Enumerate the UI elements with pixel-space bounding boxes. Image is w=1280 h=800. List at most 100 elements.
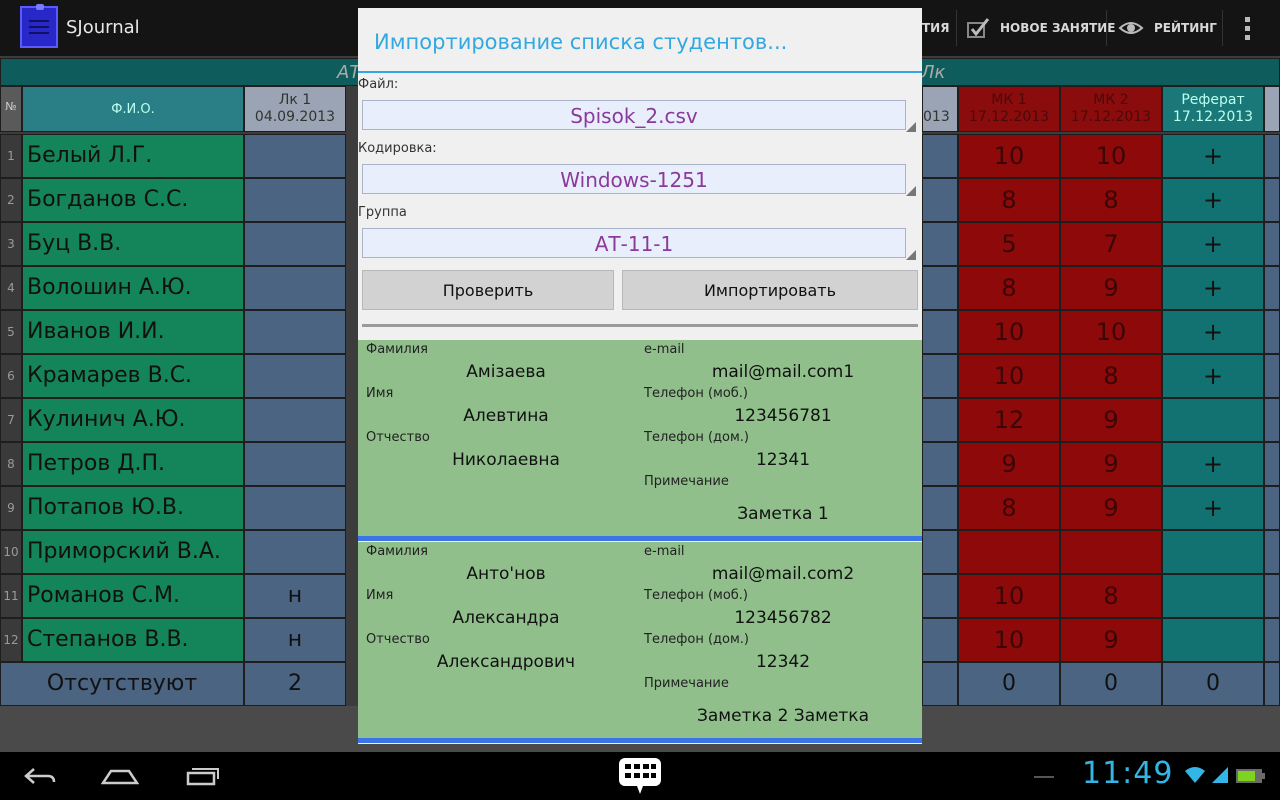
ref-mark[interactable]: + [1162,222,1264,266]
keyboard-button[interactable] [616,752,664,800]
student-name[interactable]: Крамарев В.С. [22,354,244,398]
partial-mark[interactable] [922,574,958,618]
partial-mark[interactable] [922,398,958,442]
lk1-mark[interactable]: н [244,618,346,662]
ref-mark[interactable]: + [1162,486,1264,530]
mk1-mark[interactable]: 10 [958,354,1060,398]
next-partial-mark[interactable] [1264,266,1280,310]
next-partial-mark[interactable] [1264,442,1280,486]
lk1-mark[interactable] [244,222,346,266]
partial-mark[interactable] [922,354,958,398]
mk2-mark[interactable]: 8 [1060,574,1162,618]
student-name[interactable]: Буц В.В. [22,222,244,266]
ref-mark[interactable]: + [1162,442,1264,486]
mk1-mark[interactable]: 8 [958,486,1060,530]
mk2-mark[interactable]: 10 [1060,310,1162,354]
app-icon[interactable] [20,4,58,48]
home-button[interactable] [100,752,140,800]
rating-button[interactable]: РЕЙТИНГ [1118,0,1217,56]
lk1-mark[interactable] [244,134,346,178]
next-partial-mark[interactable] [1264,530,1280,574]
ref-mark[interactable] [1162,574,1264,618]
ref-mark[interactable]: + [1162,134,1264,178]
student-name[interactable]: Потапов Ю.В. [22,486,244,530]
check-button[interactable]: Проверить [362,270,614,310]
partial-mark[interactable] [922,442,958,486]
ref-mark[interactable] [1162,398,1264,442]
partial-mark[interactable] [922,530,958,574]
lk1-mark[interactable] [244,266,346,310]
partial-mark[interactable] [922,486,958,530]
overflow-menu-button[interactable] [1240,0,1256,56]
next-partial-mark[interactable] [1264,178,1280,222]
mk2-mark[interactable]: 9 [1060,398,1162,442]
mk2-mark[interactable]: 9 [1060,266,1162,310]
ref-mark[interactable] [1162,530,1264,574]
next-partial-mark[interactable] [1264,310,1280,354]
back-button[interactable] [20,752,60,800]
next-partial-mark[interactable] [1264,618,1280,662]
student-name[interactable]: Петров Д.П. [22,442,244,486]
mk2-mark[interactable]: 9 [1060,442,1162,486]
import-button[interactable]: Импортировать [622,270,918,310]
student-name[interactable]: Приморский В.А. [22,530,244,574]
group-spinner[interactable]: АТ-11-1 [362,228,906,258]
mk2-mark[interactable] [1060,530,1162,574]
header-partial[interactable]: 013 [922,86,958,132]
file-spinner[interactable]: Spisok_2.csv [362,100,906,130]
lk1-mark[interactable] [244,486,346,530]
mk1-mark[interactable]: 9 [958,442,1060,486]
partial-mark[interactable] [922,178,958,222]
mk1-mark[interactable]: 8 [958,178,1060,222]
next-partial-mark[interactable] [1264,486,1280,530]
mk2-mark[interactable]: 9 [1060,486,1162,530]
student-name[interactable]: Кулинич А.Ю. [22,398,244,442]
mk1-mark[interactable]: 10 [958,134,1060,178]
lk1-mark[interactable] [244,310,346,354]
mk1-mark[interactable]: 10 [958,310,1060,354]
next-partial-mark[interactable] [1264,398,1280,442]
mk2-mark[interactable]: 8 [1060,354,1162,398]
ref-mark[interactable]: + [1162,310,1264,354]
lk1-mark[interactable] [244,178,346,222]
action-partial-item[interactable]: ТИЯ [922,0,949,56]
mk1-mark[interactable]: 12 [958,398,1060,442]
student-card[interactable]: Фамилия Амізаева Имя Алевтина Отчество Никола… [358,340,922,536]
lk1-mark[interactable] [244,354,346,398]
ref-mark[interactable]: + [1162,266,1264,310]
mk1-mark[interactable]: 5 [958,222,1060,266]
mk1-mark[interactable] [958,530,1060,574]
lk1-mark[interactable] [244,442,346,486]
student-name[interactable]: Белый Л.Г. [22,134,244,178]
ref-mark[interactable]: + [1162,354,1264,398]
mk2-mark[interactable]: 7 [1060,222,1162,266]
header-mk2[interactable]: МК 2 17.12.2013 [1060,86,1162,132]
student-name[interactable]: Волошин А.Ю. [22,266,244,310]
header-lk1[interactable]: Лк 1 04.09.2013 [244,86,346,132]
student-name[interactable]: Богданов С.С. [22,178,244,222]
partial-mark[interactable] [922,618,958,662]
lk1-mark[interactable] [244,530,346,574]
student-card[interactable]: Фамилия Анто'нов Имя Александра Отчество Алек… [358,542,922,738]
ref-mark[interactable] [1162,618,1264,662]
encoding-spinner[interactable]: Windows-1251 [362,164,906,194]
partial-mark[interactable] [922,266,958,310]
lk1-mark[interactable] [244,398,346,442]
next-partial-mark[interactable] [1264,222,1280,266]
mk1-mark[interactable]: 10 [958,574,1060,618]
new-lesson-button[interactable]: НОВОЕ ЗАНЯТИЕ [966,0,1116,56]
partial-mark[interactable] [922,134,958,178]
partial-mark[interactable] [922,222,958,266]
header-mk1[interactable]: МК 1 17.12.2013 [958,86,1060,132]
next-partial-mark[interactable] [1264,134,1280,178]
ref-mark[interactable]: + [1162,178,1264,222]
mk1-mark[interactable]: 8 [958,266,1060,310]
partial-mark[interactable] [922,310,958,354]
student-name[interactable]: Степанов В.В. [22,618,244,662]
mk2-mark[interactable]: 8 [1060,178,1162,222]
student-name[interactable]: Романов С.М. [22,574,244,618]
next-partial-mark[interactable] [1264,354,1280,398]
header-ref[interactable]: Реферат 17.12.2013 [1162,86,1264,132]
mk2-mark[interactable]: 10 [1060,134,1162,178]
student-name[interactable]: Иванов И.И. [22,310,244,354]
